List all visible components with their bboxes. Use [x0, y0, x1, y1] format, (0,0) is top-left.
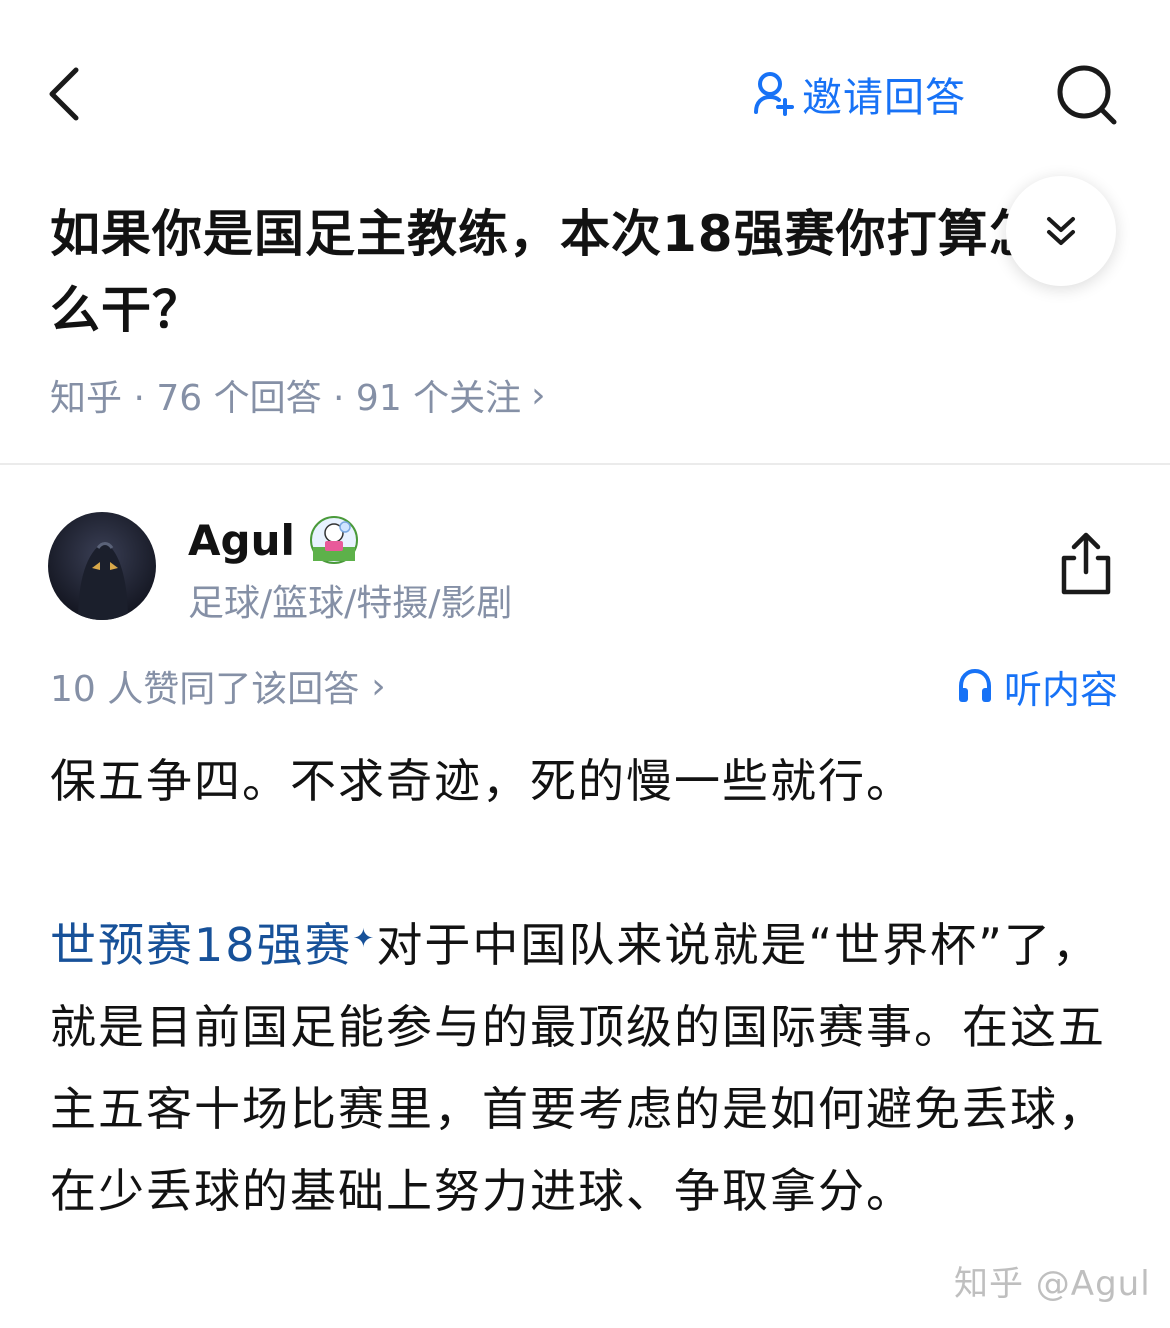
- invite-answer-button[interactable]: 邀请回答: [752, 62, 966, 126]
- divider: [0, 463, 1170, 465]
- answer-paragraph: 保五争四。不求奇迹，死的慢一些就行。: [50, 754, 914, 808]
- watermark: 知乎 @Agul: [954, 1264, 1151, 1304]
- chevron-right-icon: ›: [531, 374, 546, 416]
- listen-label: 听内容: [1004, 667, 1119, 712]
- listen-button[interactable]: 听内容: [956, 660, 1118, 712]
- author-name-row: Agul: [188, 512, 359, 568]
- topic-link[interactable]: 世预赛18强赛: [50, 918, 353, 972]
- avatar-image: [48, 512, 156, 620]
- author-headline: 足球/篮球/特摄/影剧: [188, 583, 513, 624]
- answer-page: 邀请回答 如果你是国足主教练，本次18强赛你打算怎么干？ 知乎 · 76 个回答…: [0, 0, 1170, 1328]
- search-icon: [1057, 65, 1117, 125]
- question-meta-text: 知乎 · 76 个回答 · 91 个关注: [50, 378, 522, 419]
- person-add-icon: [754, 72, 794, 116]
- question-title[interactable]: 如果你是国足主教练，本次18强赛你打算怎么干？: [50, 196, 1050, 348]
- headphones-icon: [959, 668, 991, 702]
- chevron-right-icon: ›: [371, 665, 386, 707]
- share-icon: [1061, 532, 1111, 595]
- vote-count-row[interactable]: 10 人赞同了该回答 ›: [50, 660, 386, 712]
- search-button[interactable]: [1054, 62, 1120, 128]
- share-button[interactable]: [1056, 530, 1116, 598]
- double-chevron-down-icon: [1047, 217, 1075, 245]
- author-avatar[interactable]: [48, 512, 156, 620]
- question-meta[interactable]: 知乎 · 76 个回答 · 91 个关注 ›: [50, 370, 546, 420]
- expand-question-button[interactable]: [1006, 176, 1116, 286]
- back-button[interactable]: [40, 62, 90, 126]
- answer-paragraph: 世预赛18强赛✦对于中国队来说就是“世界杯”了，就是目前国足能参与的最顶级的国际…: [50, 904, 1130, 1232]
- top-bar: 邀请回答: [0, 0, 1170, 180]
- invite-answer-label: 邀请回答: [802, 75, 966, 121]
- badge-icon: [309, 516, 358, 564]
- vote-count-text: 10 人赞同了该回答: [50, 669, 360, 710]
- author-name[interactable]: Agul: [188, 516, 295, 565]
- answer-content: 保五争四。不求奇迹，死的慢一些就行。 世预赛18强赛✦对于中国队来说就是“世界杯…: [50, 740, 1130, 1232]
- chevron-left-icon: [49, 67, 79, 121]
- spark-icon: ✦: [352, 924, 377, 954]
